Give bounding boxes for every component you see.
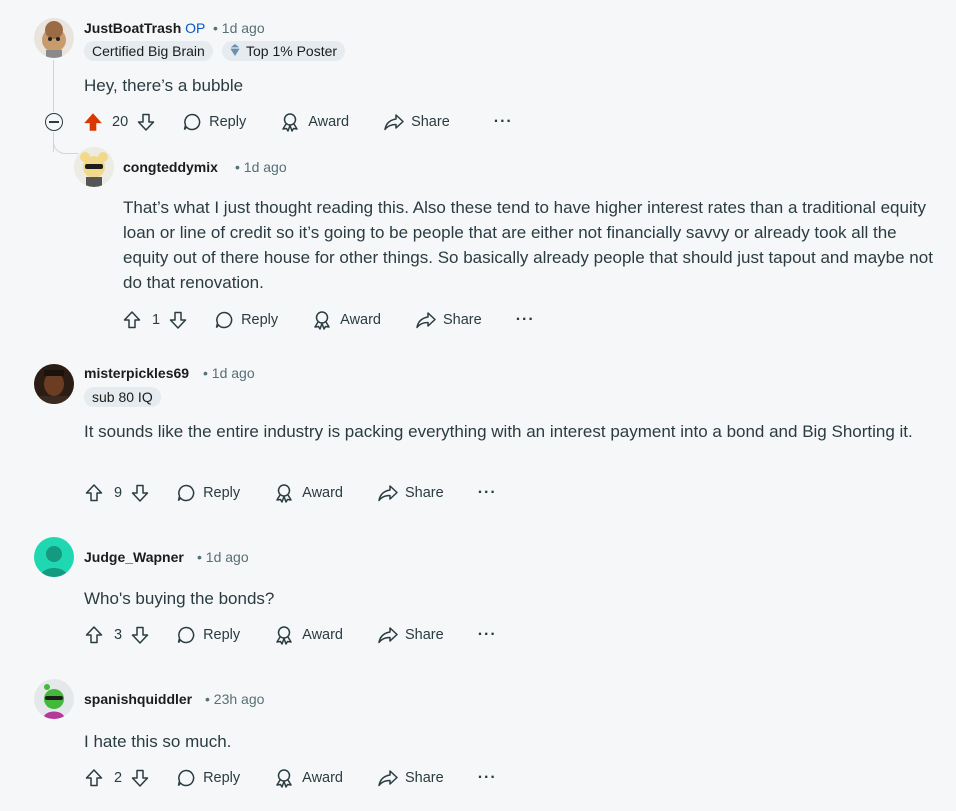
more-options-icon[interactable]: ···	[494, 113, 513, 131]
share-arrow-icon	[416, 312, 436, 329]
award-button[interactable]: Award	[312, 310, 381, 330]
upvote-button[interactable]	[82, 111, 104, 133]
award-ribbon-icon	[276, 626, 292, 645]
speech-bubble-icon	[177, 484, 195, 502]
top-poster-badge-icon	[228, 42, 242, 62]
downvote-arrow-icon	[169, 311, 187, 329]
upvote-arrow-icon	[123, 311, 141, 329]
downvote-arrow-icon	[131, 626, 149, 644]
comment-author[interactable]: misterpickles69	[84, 365, 189, 381]
comment-time: • 1d ago	[213, 20, 265, 36]
downvote-button[interactable]	[136, 112, 156, 132]
vote-count: 2	[114, 770, 123, 786]
downvote-arrow-icon	[131, 769, 149, 787]
upvote-button[interactable]	[84, 483, 104, 503]
vote-count: 20	[112, 114, 129, 130]
avatar[interactable]	[34, 18, 74, 58]
comment-time: • 1d ago	[197, 549, 249, 565]
speech-bubble-icon	[177, 769, 195, 787]
speech-bubble-icon	[183, 113, 201, 131]
comment-body: Who's buying the bonds?	[84, 589, 275, 608]
vote-count: 1	[152, 312, 161, 328]
vote-count: 3	[114, 627, 123, 643]
downvote-arrow-icon	[137, 113, 155, 131]
comment-time: • 1d ago	[235, 159, 287, 175]
upvote-arrow-icon	[85, 769, 103, 787]
downvote-button[interactable]	[168, 310, 188, 330]
comment-body: I hate this so much.	[84, 732, 232, 751]
more-options-icon[interactable]: ···	[516, 311, 535, 329]
award-ribbon-icon	[314, 311, 330, 330]
reply-button[interactable]: Reply	[176, 768, 240, 788]
award-button[interactable]: Award	[274, 768, 343, 788]
upvote-button[interactable]	[84, 768, 104, 788]
share-button[interactable]: Share	[377, 768, 444, 788]
share-arrow-icon	[378, 770, 398, 787]
award-button[interactable]: Award	[274, 625, 343, 645]
upvote-arrow-icon	[85, 484, 103, 502]
upvote-button[interactable]	[122, 310, 142, 330]
share-arrow-icon	[378, 627, 398, 644]
reply-button[interactable]: Reply	[176, 483, 240, 503]
thread-line	[53, 60, 54, 112]
share-button[interactable]: Share	[377, 625, 444, 645]
avatar[interactable]	[34, 364, 74, 404]
award-button[interactable]: Award	[274, 483, 343, 503]
comment-body: It sounds like the entire industry is pa…	[84, 422, 913, 441]
downvote-button[interactable]	[130, 625, 150, 645]
share-arrow-icon	[378, 485, 398, 502]
comment-actions: 1 Reply Award Share ···	[122, 306, 535, 334]
reply-button[interactable]: Reply	[214, 310, 278, 330]
comment-author[interactable]: spanishquiddler	[84, 691, 192, 707]
comment-author[interactable]: Judge_Wapner	[84, 549, 184, 565]
comment-actions: 3 Reply Award Share ···	[84, 621, 497, 649]
downvote-button[interactable]	[130, 768, 150, 788]
comment-actions: 9 Reply Award Share ···	[84, 479, 497, 507]
share-arrow-icon	[384, 114, 404, 131]
comment-body: That’s what I just thought reading this.…	[123, 198, 933, 292]
award-button[interactable]: Award	[280, 112, 349, 132]
downvote-button[interactable]	[130, 483, 150, 503]
comment-actions: 2 Reply Award Share ···	[84, 764, 497, 792]
upvote-button[interactable]	[84, 625, 104, 645]
downvote-arrow-icon	[131, 484, 149, 502]
upvote-arrow-icon	[85, 626, 103, 644]
more-options-icon[interactable]: ···	[478, 484, 497, 502]
avatar[interactable]	[34, 679, 74, 719]
comment-actions: 20 Reply Award Share ···	[82, 108, 513, 136]
share-button[interactable]: Share	[383, 112, 450, 132]
more-options-icon[interactable]: ···	[478, 769, 497, 787]
thread-line-curve	[53, 136, 78, 154]
speech-bubble-icon	[177, 626, 195, 644]
user-flair: sub 80 IQ	[84, 387, 161, 407]
comment-author[interactable]: JustBoatTrash OP	[84, 20, 205, 36]
op-badge: OP	[185, 20, 206, 36]
comment-author[interactable]: congteddymix	[123, 159, 218, 175]
avatar[interactable]	[34, 537, 74, 577]
vote-count: 9	[114, 485, 123, 501]
user-flair: Certified Big Brain	[84, 41, 213, 61]
top-poster-badge: Top 1% Poster	[222, 41, 346, 62]
speech-bubble-icon	[215, 311, 233, 329]
upvote-arrow-icon	[84, 113, 102, 131]
share-button[interactable]: Share	[415, 310, 482, 330]
award-ribbon-icon	[276, 484, 292, 503]
reply-button[interactable]: Reply	[182, 112, 246, 132]
award-ribbon-icon	[282, 113, 298, 132]
comment-time: • 23h ago	[205, 691, 265, 707]
reply-button[interactable]: Reply	[176, 625, 240, 645]
award-ribbon-icon	[276, 769, 292, 788]
comment-time: • 1d ago	[203, 365, 255, 381]
share-button[interactable]: Share	[377, 483, 444, 503]
more-options-icon[interactable]: ···	[478, 626, 497, 644]
collapse-thread-icon[interactable]	[45, 113, 63, 131]
avatar[interactable]	[74, 147, 114, 187]
comment-body: Hey, there’s a bubble	[84, 76, 244, 95]
